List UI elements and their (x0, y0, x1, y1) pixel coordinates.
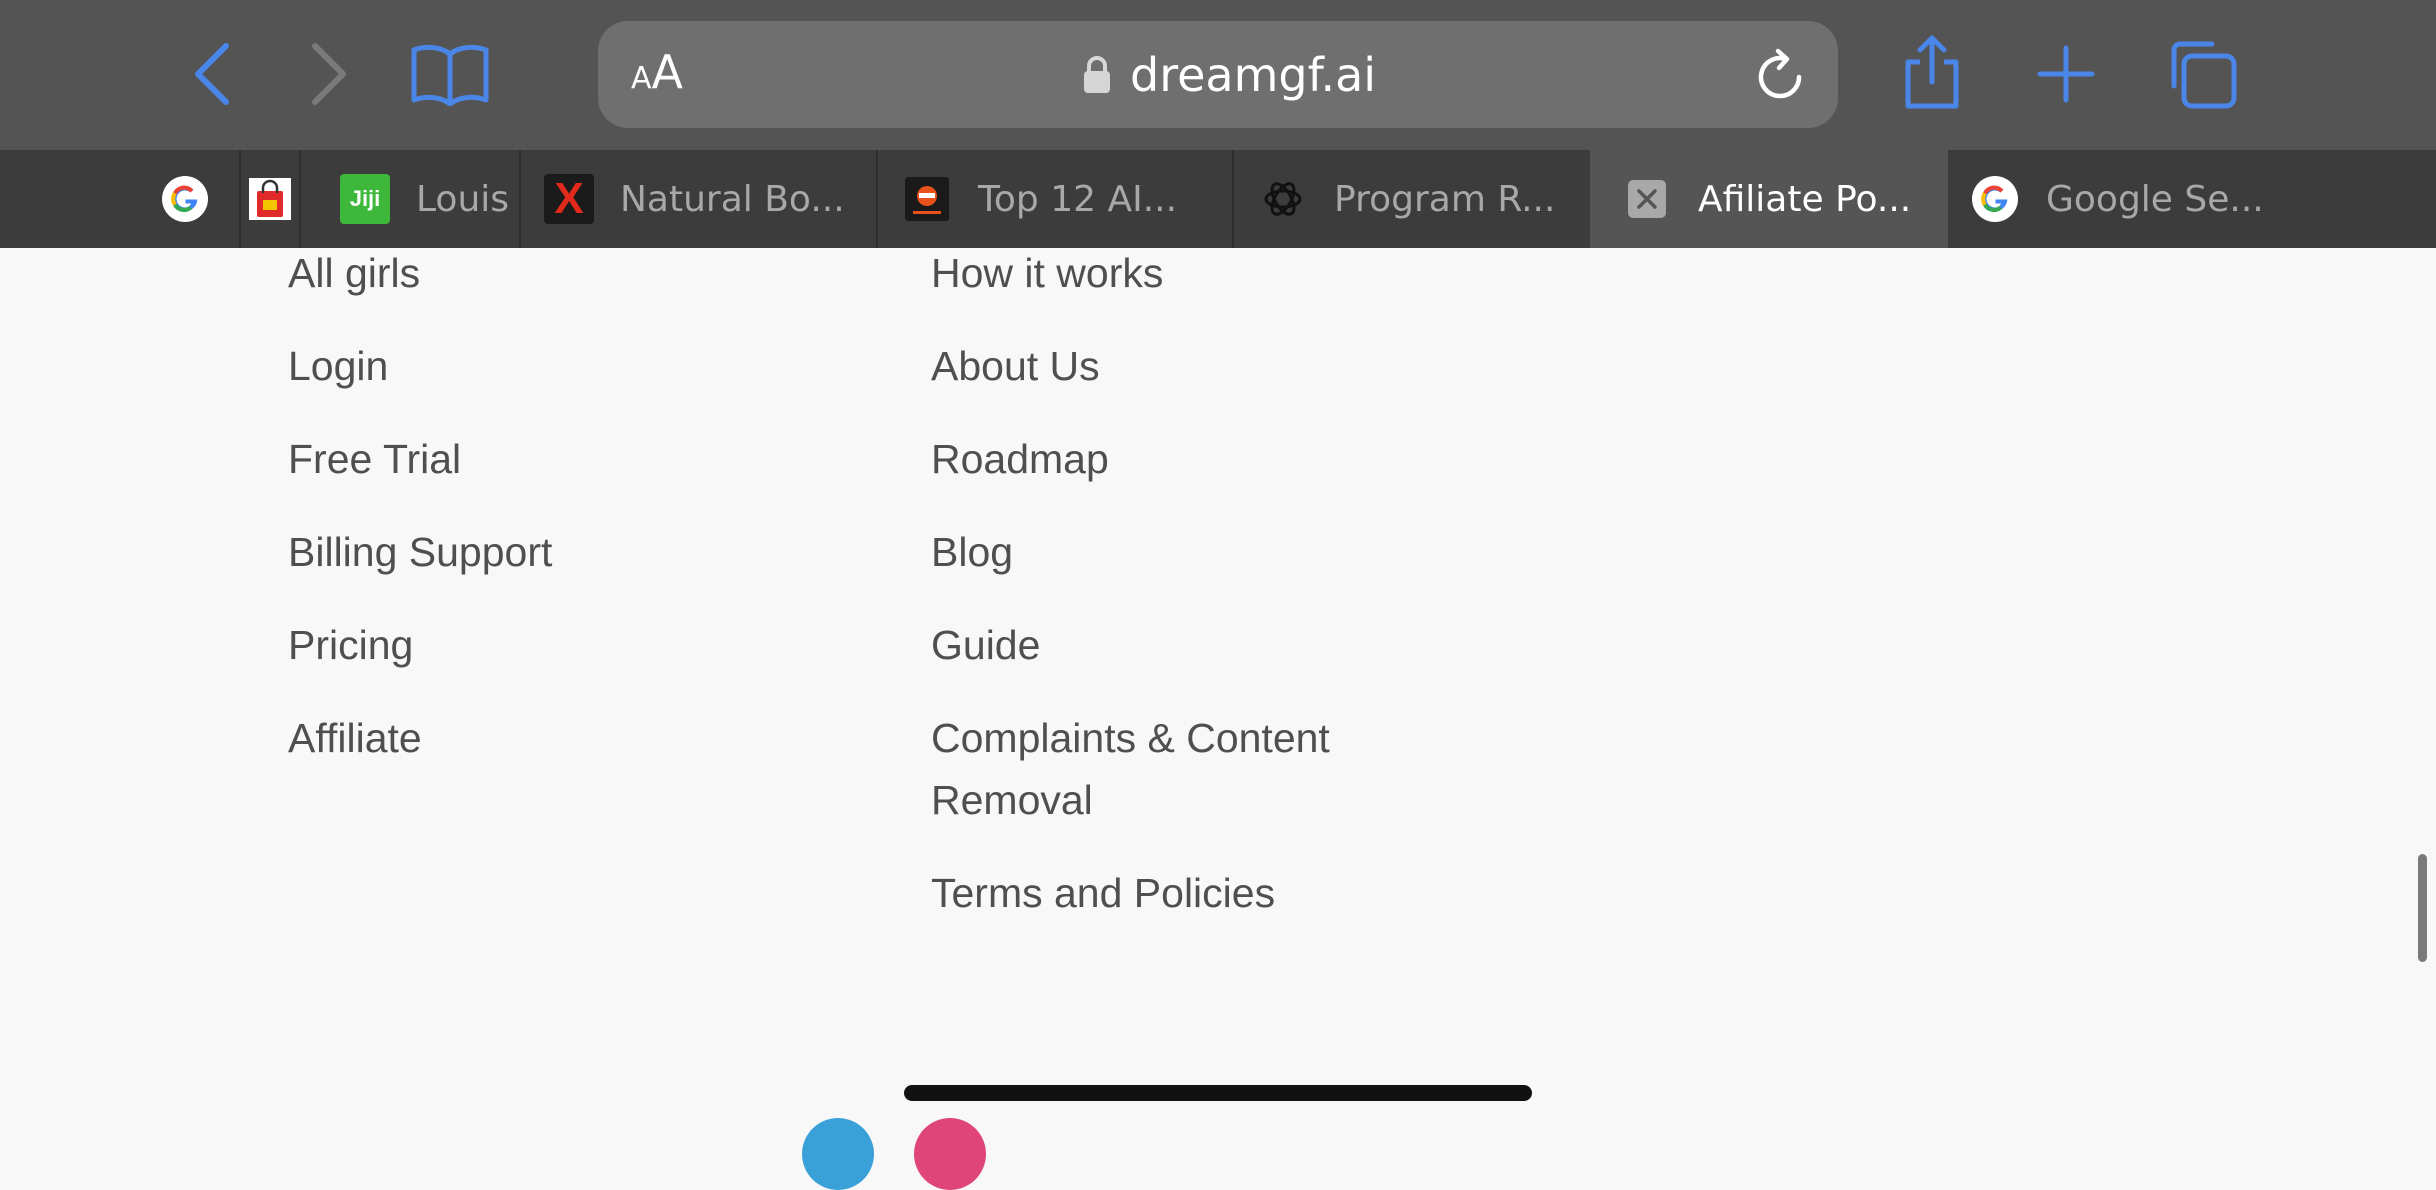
jiji-icon: Jiji (340, 174, 390, 224)
tab-title: Top 12 AI... (978, 178, 1178, 220)
tab-divider (876, 150, 878, 248)
close-tab-icon[interactable] (1622, 174, 1672, 224)
tab-shopping[interactable] (241, 150, 299, 248)
back-icon (195, 43, 229, 105)
url-display[interactable]: dreamgf.ai (1082, 47, 1376, 103)
footer-link-affiliate[interactable]: Affiliate (288, 707, 552, 769)
tab-affiliate-active[interactable]: Afiliate Po... (1590, 150, 1948, 248)
scrollbar[interactable] (2418, 854, 2427, 962)
jiji-icon-text: Jiji (349, 186, 381, 211)
tab-natural-bo[interactable]: X Natural Bo... (544, 150, 874, 248)
tabs-overview-button[interactable] (2164, 40, 2240, 112)
x-icon-text: X (554, 174, 584, 223)
footer-link-login[interactable]: Login (288, 335, 552, 397)
bookmarks-icon (411, 44, 489, 106)
tab-strip: Jiji Louis X Natural Bo... Top 12 AI... (0, 150, 2436, 248)
tab-title: Natural Bo... (620, 178, 845, 220)
share-button[interactable] (1900, 32, 1964, 112)
footer-link-free-trial[interactable]: Free Trial (288, 428, 552, 490)
footer-link-pricing[interactable]: Pricing (288, 614, 552, 676)
social-icon-partial[interactable] (914, 1118, 986, 1190)
footer-link-blog[interactable]: Blog (931, 521, 1391, 583)
tab-jiji[interactable]: Jiji Louis (340, 150, 520, 248)
tab-divider (299, 150, 301, 248)
site-icon (902, 174, 952, 224)
tab-divider (519, 150, 521, 248)
tab-divider (1232, 150, 1234, 248)
address-bar[interactable]: AA dreamgf.ai (598, 21, 1838, 128)
tabs-overview-icon (2171, 41, 2237, 109)
footer-link-how-it-works[interactable]: How it works (931, 242, 1391, 304)
tab-title: Afiliate Po... (1698, 178, 1912, 220)
back-button[interactable] (190, 42, 236, 106)
new-tab-icon (2037, 45, 2095, 103)
footer-link-all-girls[interactable]: All girls (288, 242, 552, 304)
home-indicator[interactable] (904, 1085, 1532, 1101)
shopping-bag-icon (245, 174, 295, 224)
new-tab-button[interactable] (2036, 44, 2096, 104)
tab-google[interactable] (158, 150, 238, 248)
footer-link-terms[interactable]: Terms and Policies (931, 862, 1391, 924)
forward-button[interactable] (305, 42, 351, 106)
footer-link-billing-support[interactable]: Billing Support (288, 521, 552, 583)
text-size-button[interactable]: AA (631, 49, 683, 95)
google-icon (160, 174, 210, 224)
url-text: dreamgf.ai (1130, 48, 1377, 102)
tab-title: Program R... (1334, 178, 1556, 220)
share-icon (1905, 35, 1959, 109)
tab-title: Google Se... (2046, 178, 2264, 220)
footer-link-guide[interactable]: Guide (931, 614, 1391, 676)
tab-top-12-ai[interactable]: Top 12 AI... (902, 150, 1232, 248)
tab-program-r[interactable]: Program R... (1258, 150, 1588, 248)
footer-links-right: How it works About Us Roadmap Blog Guide… (931, 242, 1391, 955)
text-size-small-label: A (631, 61, 652, 96)
tab-google-search[interactable]: Google Se... (1970, 150, 2290, 248)
openai-icon (1258, 174, 1308, 224)
lock-icon (1084, 56, 1110, 93)
x-icon: X (544, 174, 594, 224)
browser-toolbar: AA dreamgf.ai (0, 0, 2436, 150)
footer-link-roadmap[interactable]: Roadmap (931, 428, 1391, 490)
reload-icon (1758, 48, 1802, 99)
forward-icon (312, 43, 346, 105)
social-icon-partial[interactable] (802, 1118, 874, 1190)
footer-link-complaints[interactable]: Complaints & Content Removal (931, 707, 1391, 831)
text-size-large-label: A (651, 45, 683, 99)
reload-button[interactable] (1754, 47, 1808, 107)
bookmarks-button[interactable] (410, 42, 490, 106)
tab-title: Louis (416, 178, 510, 220)
footer-links-left: All girls Login Free Trial Billing Suppo… (288, 242, 552, 800)
google-icon (1970, 174, 2020, 224)
footer-link-about-us[interactable]: About Us (931, 335, 1391, 397)
